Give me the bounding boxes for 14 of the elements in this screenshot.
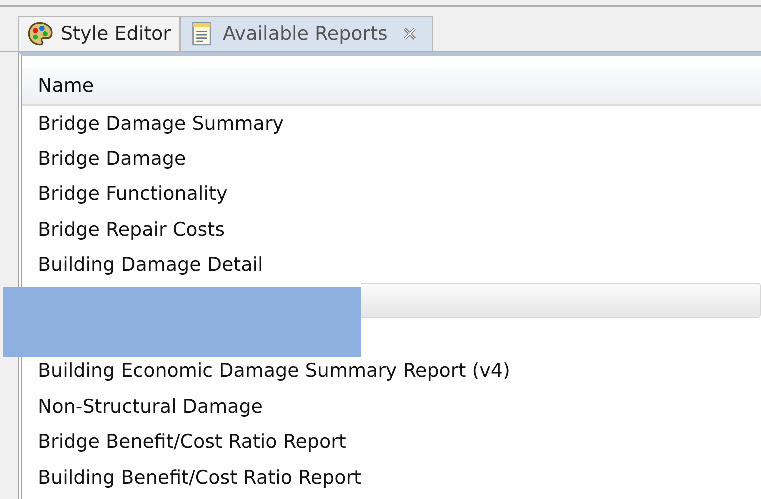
table-row[interactable]: Bridge Damage xyxy=(34,141,761,177)
column-header[interactable]: Name xyxy=(22,68,761,106)
tab[interactable]: Style Editor xyxy=(18,16,180,51)
table-row[interactable]: Bridge Benefit/Cost Ratio Report xyxy=(34,424,761,460)
table-row[interactable]: Building Damage Detail xyxy=(34,248,761,283)
palette-icon xyxy=(27,21,53,47)
table-row[interactable]: Bridge Functionality xyxy=(34,176,761,212)
table-row[interactable]: Non-Structural Damage xyxy=(34,389,761,425)
tab[interactable]: Available Reports xyxy=(180,16,433,51)
close-icon[interactable] xyxy=(402,26,418,42)
table-row[interactable]: Building Benefit/Cost Ratio Report xyxy=(34,460,761,496)
table-row[interactable]: Building Economic Damage Summary Report (v4) xyxy=(34,354,761,390)
table-row[interactable]: Bridge Damage Summary xyxy=(34,106,761,142)
table-row[interactable]: Bridge Repair Costs xyxy=(34,212,761,248)
